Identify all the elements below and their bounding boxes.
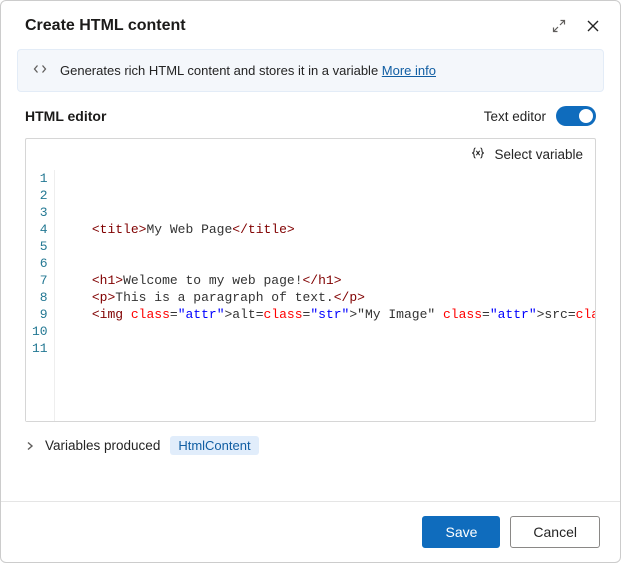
variable-icon (470, 145, 486, 164)
select-variable-button[interactable]: Select variable (494, 147, 583, 162)
info-text: Generates rich HTML content and stores i… (60, 63, 436, 78)
dialog-header: Create HTML content (1, 1, 620, 49)
editor-toolbar: Select variable (26, 139, 595, 170)
variables-produced-row[interactable]: Variables produced HtmlContent (1, 422, 620, 455)
variables-produced-label: Variables produced (45, 438, 160, 453)
html-editor: Select variable 1 2 3 4 5 6 7 8 9 10 11 … (25, 138, 596, 422)
more-info-link[interactable]: More info (382, 63, 436, 78)
close-icon[interactable] (586, 19, 600, 33)
dialog-footer: Save Cancel (1, 501, 620, 562)
chevron-right-icon (25, 439, 35, 454)
expand-icon[interactable] (552, 19, 566, 33)
cancel-button[interactable]: Cancel (510, 516, 600, 548)
info-bar: Generates rich HTML content and stores i… (17, 49, 604, 92)
code-editor[interactable]: 1 2 3 4 5 6 7 8 9 10 11 <title>My Web Pa… (26, 170, 595, 421)
code-area[interactable]: <title>My Web Page</title> <h1>Welcome t… (55, 170, 595, 421)
dialog: Create HTML content Generates ric (0, 0, 621, 563)
dialog-title: Create HTML content (25, 17, 552, 35)
editor-label: HTML editor (25, 108, 106, 124)
variable-chip[interactable]: HtmlContent (170, 436, 258, 455)
text-editor-toggle[interactable] (556, 106, 596, 126)
line-gutter: 1 2 3 4 5 6 7 8 9 10 11 (26, 170, 55, 421)
save-button[interactable]: Save (422, 516, 500, 548)
code-icon (32, 61, 48, 80)
toggle-label: Text editor (484, 109, 546, 124)
